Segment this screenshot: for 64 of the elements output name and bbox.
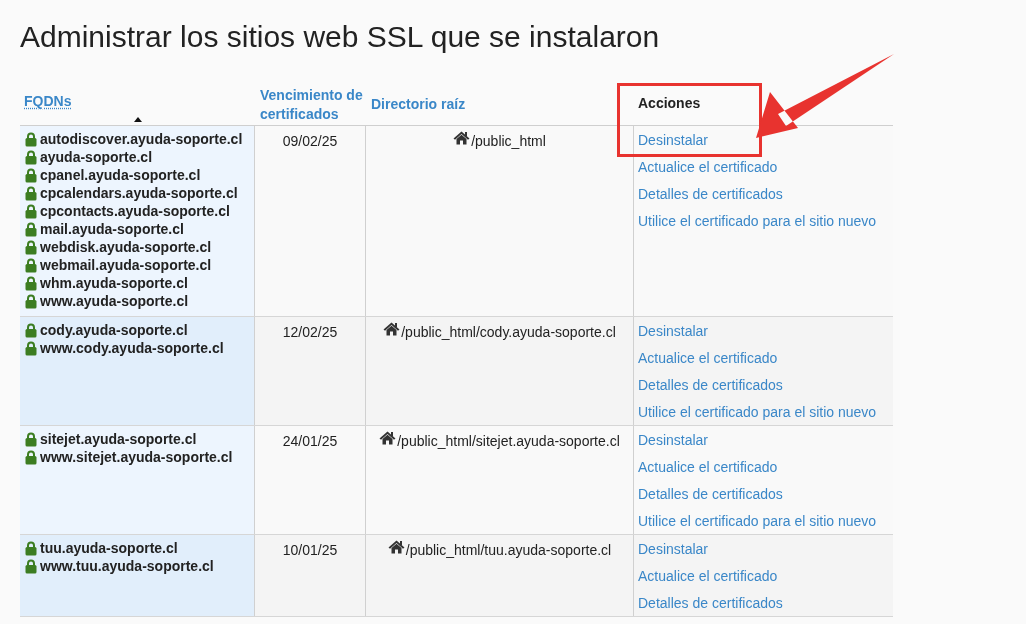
domain-name: tuu.ayuda-soporte.cl <box>40 538 178 558</box>
home-icon <box>387 540 405 554</box>
action-link[interactable]: Utilice el certificado para el sitio nuevo <box>638 212 877 230</box>
root-directory: /public_html/cody.ayuda-soporte.cl <box>401 323 616 342</box>
padlock-icon <box>25 239 37 255</box>
domain-name: ayuda-soporte.cl <box>40 147 153 167</box>
domain-name: webmail.ayuda-soporte.cl <box>40 255 212 275</box>
padlock-icon <box>25 322 37 338</box>
root-directory: /public_html <box>471 132 546 151</box>
padlock-icon <box>25 203 37 219</box>
domain-name: cpcalendars.ayuda-soporte.cl <box>40 183 238 203</box>
action-link[interactable]: Actualice el certificado <box>638 567 778 585</box>
domain-name: www.cody.ayuda-soporte.cl <box>40 338 224 358</box>
action-link[interactable]: Desinstalar <box>638 540 709 558</box>
action-link[interactable]: Utilice el certificado para el sitio nuevo <box>638 512 877 530</box>
domain-name: www.tuu.ayuda-soporte.cl <box>40 556 214 576</box>
padlock-icon <box>25 540 37 556</box>
domain-name: whm.ayuda-soporte.cl <box>40 273 188 293</box>
action-link[interactable]: Detalles de certificados <box>638 594 783 612</box>
padlock-icon <box>25 431 37 447</box>
action-link[interactable]: Actualice el certificado <box>638 458 778 476</box>
domain-name: cpanel.ayuda-soporte.cl <box>40 165 201 185</box>
column-header: Acciones <box>637 94 702 113</box>
root-directory: /public_html/sitejet.ayuda-soporte.cl <box>397 432 620 451</box>
padlock-icon <box>25 558 37 574</box>
column-header-link[interactable]: Vencimiento de certificados <box>260 86 366 124</box>
padlock-icon <box>25 131 37 147</box>
domain-name: sitejet.ayuda-soporte.cl <box>40 429 197 449</box>
page-title: Administrar los sitios web SSL que se instalaron <box>19 19 661 55</box>
domain-name: cody.ayuda-soporte.cl <box>40 320 188 340</box>
padlock-icon <box>25 185 37 201</box>
action-link[interactable]: Actualice el certificado <box>638 158 778 176</box>
domain-name: www.ayuda-soporte.cl <box>40 291 189 311</box>
padlock-icon <box>25 340 37 356</box>
domain-name: mail.ayuda-soporte.cl <box>40 219 184 239</box>
padlock-icon <box>25 275 37 291</box>
action-link[interactable]: Desinstalar <box>638 431 709 449</box>
root-directory: /public_html/tuu.ayuda-soporte.cl <box>405 541 612 560</box>
expiry-date: 12/02/25 <box>282 323 338 340</box>
padlock-icon <box>25 257 37 273</box>
action-link[interactable]: Detalles de certificados <box>638 485 783 503</box>
action-link[interactable]: Desinstalar <box>638 322 709 340</box>
padlock-icon <box>25 149 37 165</box>
padlock-icon <box>25 221 37 237</box>
action-link[interactable]: Actualice el certificado <box>638 349 778 367</box>
home-icon <box>383 322 401 336</box>
padlock-icon <box>25 449 37 465</box>
action-link[interactable]: Utilice el certificado para el sitio nuevo <box>638 403 877 421</box>
padlock-icon <box>25 167 37 183</box>
action-link[interactable]: Detalles de certificados <box>638 376 783 394</box>
sort-link[interactable]: FQDNs <box>24 92 72 111</box>
home-icon <box>453 131 471 145</box>
domain-name: webdisk.ayuda-soporte.cl <box>40 237 212 257</box>
domain-name: www.sitejet.ayuda-soporte.cl <box>40 447 233 467</box>
expiry-date: 10/01/25 <box>282 541 338 558</box>
action-link[interactable]: Desinstalar <box>638 131 709 149</box>
padlock-icon <box>25 293 37 309</box>
domain-name: cpcontacts.ayuda-soporte.cl <box>40 201 230 221</box>
home-icon <box>379 431 397 445</box>
column-header-link[interactable]: Directorio raíz <box>371 95 634 114</box>
domain-name: autodiscover.ayuda-soporte.cl <box>40 129 243 149</box>
action-link[interactable]: Detalles de certificados <box>638 185 783 203</box>
expiry-date: 09/02/25 <box>282 132 338 149</box>
expiry-date: 24/01/25 <box>282 432 338 449</box>
